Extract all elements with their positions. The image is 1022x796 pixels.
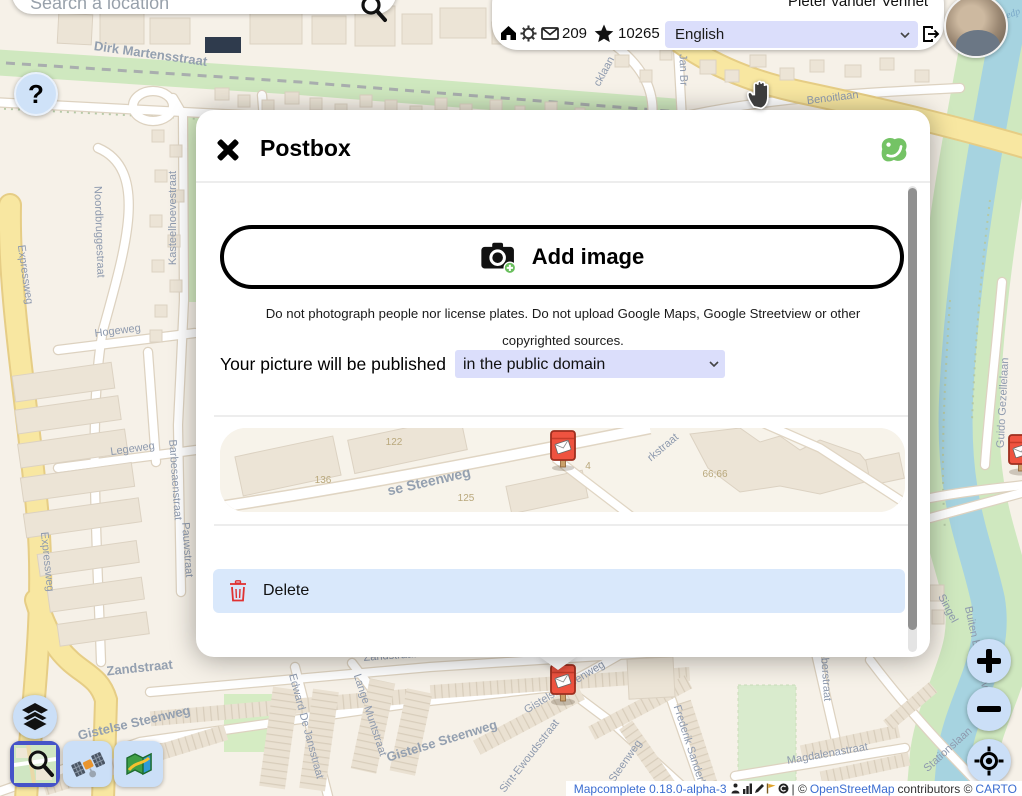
layers-icon [21,702,49,732]
geolocate-button[interactable] [967,739,1011,783]
divider [214,415,908,417]
osm-link[interactable]: OpenStreetMap [810,782,895,796]
search-bar[interactable] [12,0,396,14]
crosshair-locate-icon [974,746,1004,776]
street-label: Kasteelhoevestraat [167,171,179,265]
language-select[interactable]: English [665,21,918,48]
settings-gear-icon[interactable] [520,25,537,42]
avatar[interactable] [944,0,1008,58]
osm-map-icon [14,745,56,783]
dialog-title: Postbox [260,135,351,162]
messages-envelope-icon[interactable] [541,27,559,40]
search-input[interactable] [30,0,330,12]
attribution-icons [730,783,789,794]
housenumber: 136 [315,475,332,486]
housenumber: 4 [585,461,591,472]
zoom-in-button[interactable] [967,639,1011,683]
location-minimap[interactable]: se Steenweg rkstraat 122 136 125 4 66;66 [220,428,905,512]
street-label: Zandstraat [106,657,174,679]
delete-button[interactable]: Delete [213,569,905,613]
edit-pencil-icon [754,783,765,794]
logout-icon[interactable] [921,25,940,43]
divider [214,524,908,526]
postbox-dialog: Postbox Add image Do not photograph peop… [196,110,930,657]
delete-label: Delete [263,582,309,600]
app-version-link[interactable]: Mapcomplete 0.18.0-alpha-3 [574,782,727,796]
license-row: Your picture will be published in the pu… [220,350,446,378]
attribution-separator: | © [792,782,807,796]
camera-plus-icon [480,240,518,274]
layers-button[interactable] [13,695,57,739]
housenumber: 122 [386,437,403,448]
attribution-bar: Mapcomplete 0.18.0-alpha-3 | © OpenStree… [566,781,1022,796]
home-icon[interactable] [499,24,518,42]
search-icon[interactable] [360,0,388,23]
changeset-count: 10265 [618,25,660,42]
attribution-text: contributors © [898,782,973,796]
background-osm-button[interactable] [10,741,60,787]
satellite-icon [71,748,105,780]
mapcomplete-app: Dirk Martensstraat Noordbruggestraat Kas… [0,0,1022,796]
statistics-chart-icon [742,783,753,794]
street-label: Jan Br [676,54,689,87]
dialog-pointer [537,655,579,670]
help-button[interactable]: ? [14,72,58,116]
background-carto-button[interactable] [114,741,163,787]
add-image-button[interactable]: Add image [220,225,904,289]
divider [196,181,930,183]
flag-icon [766,783,777,794]
theme-logo-icon [876,132,910,168]
license-prefix: Your picture will be published [220,354,446,374]
zoom-out-button[interactable] [967,687,1011,731]
postbox-marker[interactable] [1009,435,1022,476]
background-satellite-button[interactable] [63,741,112,787]
housenumber: 125 [458,493,475,504]
scrollbar-thumb[interactable] [908,188,917,630]
trash-icon [229,580,247,602]
message-count: 209 [562,25,587,42]
street-label: Steenweg [607,738,645,785]
housenumber: 66;66 [702,469,727,480]
license-circle-icon [778,783,789,794]
scrollbar[interactable] [908,186,917,652]
close-icon[interactable] [214,136,242,164]
folded-map-icon [123,750,155,778]
image-upload-notice: Do not photograph people nor license pla… [233,300,893,354]
carto-link[interactable]: CARTO [975,782,1017,796]
contributor-person-icon [730,783,741,794]
street-label: Noordbruggestraat [91,186,106,278]
username[interactable]: Pieter vander Vennet [788,0,953,10]
add-image-label: Add image [532,244,644,270]
license-select[interactable]: in the public domain [455,350,725,378]
changeset-star-icon [594,24,614,43]
street-label: cklaan [592,55,618,89]
